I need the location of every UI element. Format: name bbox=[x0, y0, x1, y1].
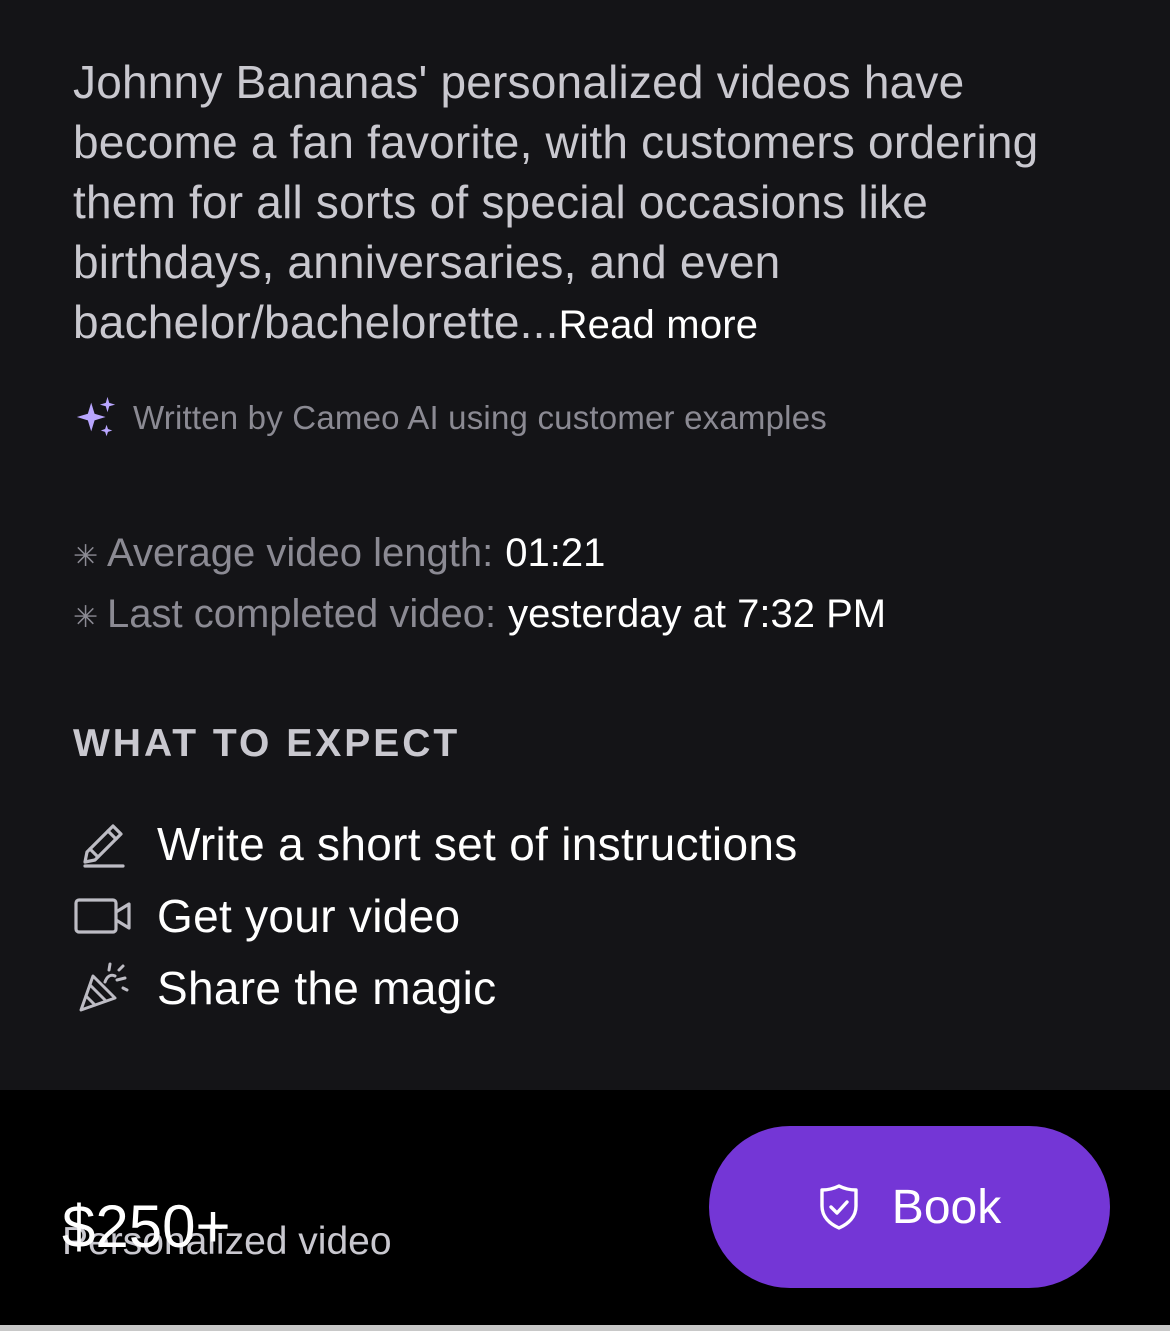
expect-item-get-video: Get your video bbox=[73, 880, 798, 952]
pencil-icon bbox=[73, 814, 133, 874]
shield-check-icon bbox=[820, 1184, 858, 1230]
asterisk-icon: ✳ bbox=[73, 601, 99, 634]
expect-item-text: Write a short set of instructions bbox=[157, 818, 798, 870]
bio-text-block: Johnny Bananas' personalized videos have… bbox=[73, 52, 1073, 355]
video-camera-icon bbox=[73, 886, 133, 946]
asterisk-icon: ✳ bbox=[73, 540, 99, 573]
stat-last-completed: ✳ Last completed video: yesterday at 7:3… bbox=[73, 589, 886, 650]
stat-value: 01:21 bbox=[505, 531, 606, 575]
stat-label: Average video length: bbox=[107, 531, 494, 575]
expect-item-text: Get your video bbox=[157, 890, 461, 942]
sparkle-icon bbox=[76, 396, 116, 437]
book-button-label: Book bbox=[891, 1180, 1002, 1234]
stat-label: Last completed video: bbox=[107, 592, 497, 636]
what-to-expect-list: Write a short set of instructions Get yo… bbox=[73, 808, 798, 1024]
expect-item-share: Share the magic bbox=[73, 952, 798, 1024]
expect-item-text: Share the magic bbox=[157, 962, 497, 1014]
ai-note-text: Written by Cameo AI using customer examp… bbox=[133, 399, 827, 436]
bio-text: Johnny Bananas' personalized videos have… bbox=[73, 56, 1039, 348]
book-button[interactable]: Book bbox=[709, 1126, 1110, 1288]
bottom-divider bbox=[0, 1325, 1170, 1331]
party-popper-icon bbox=[73, 958, 133, 1018]
read-more-link[interactable]: Read more bbox=[559, 303, 759, 347]
booking-footer: Personalized video $250+ Book bbox=[0, 1090, 1170, 1331]
page: Johnny Bananas' personalized videos have… bbox=[0, 0, 1170, 1331]
what-to-expect-heading: WHAT TO EXPECT bbox=[73, 722, 461, 765]
stat-value: yesterday at 7:32 PM bbox=[508, 592, 887, 636]
price-value: $250+ bbox=[62, 1193, 231, 1260]
ai-written-note: Written by Cameo AI using customer examp… bbox=[73, 395, 827, 441]
stats-list: ✳ Average video length: 01:21 ✳ Last com… bbox=[73, 528, 886, 650]
expect-item-instructions: Write a short set of instructions bbox=[73, 808, 798, 880]
stat-average-length: ✳ Average video length: 01:21 bbox=[73, 528, 886, 589]
